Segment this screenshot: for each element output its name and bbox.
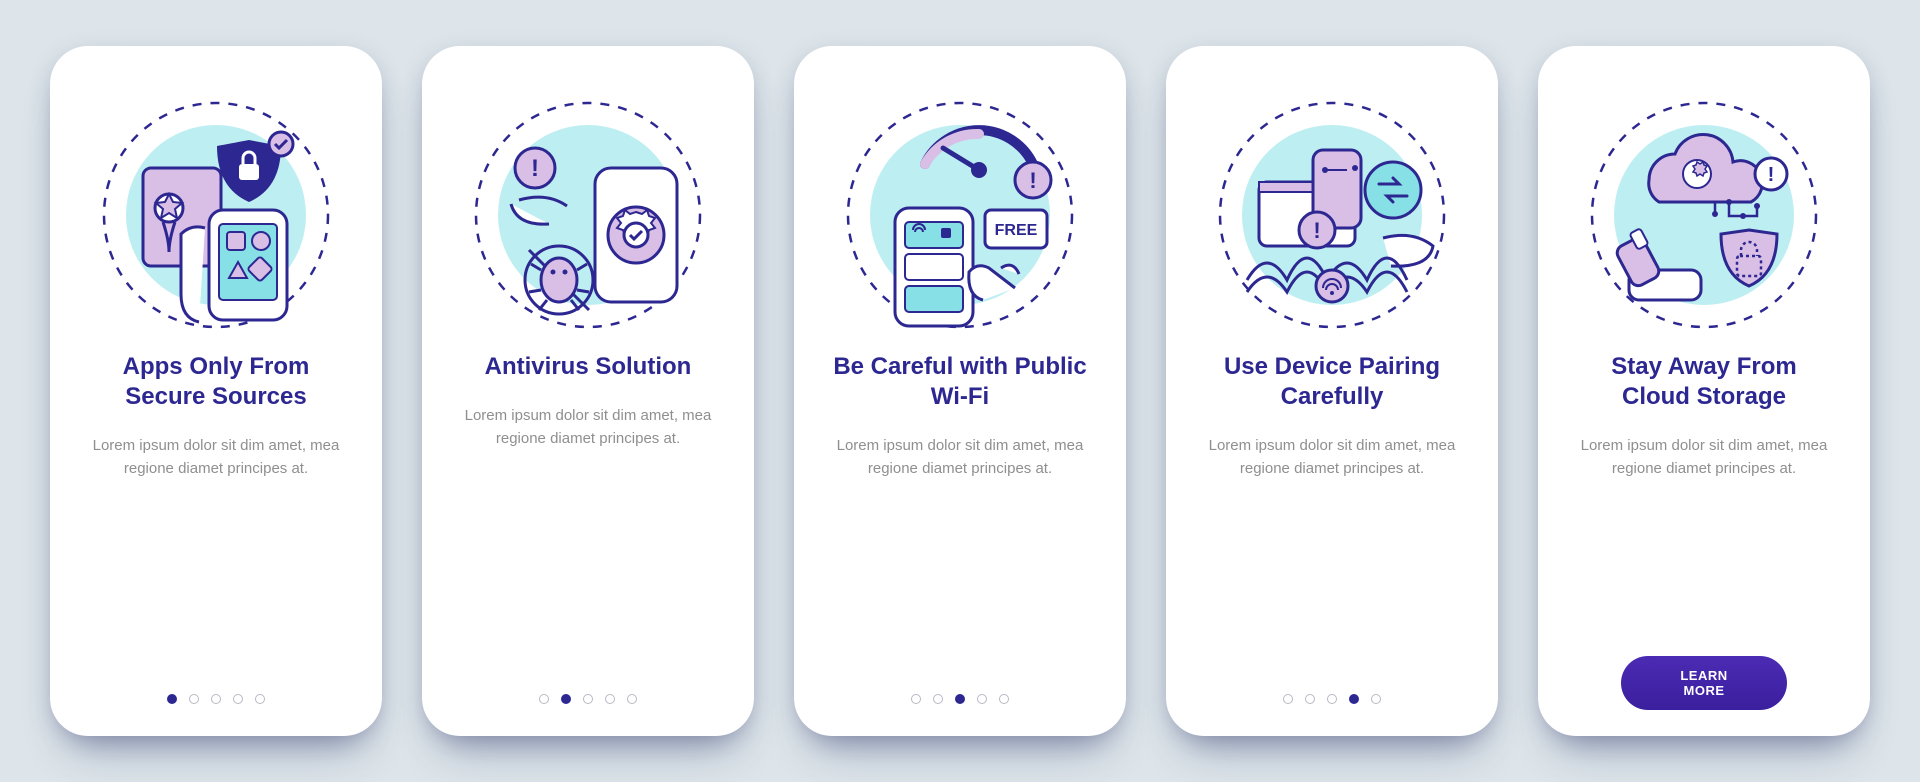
pagination-dot[interactable]	[583, 694, 593, 704]
screen-description: Lorem ipsum dolor sit dim amet, mea regi…	[91, 434, 341, 481]
learn-more-button[interactable]: LEARN MORE	[1621, 656, 1787, 710]
screen-title: Stay Away From Cloud Storage	[1574, 352, 1834, 412]
pagination-dots	[50, 694, 382, 704]
secure-sources-icon	[91, 90, 341, 340]
screen-title: Apps Only From Secure Sources	[86, 352, 346, 412]
pagination-dot[interactable]	[189, 694, 199, 704]
pagination-dot[interactable]	[999, 694, 1009, 704]
pagination-dot[interactable]	[211, 694, 221, 704]
pagination-dot[interactable]	[933, 694, 943, 704]
pagination-dot[interactable]	[1305, 694, 1315, 704]
svg-text:!: !	[1029, 168, 1036, 193]
screen-description: Lorem ipsum dolor sit dim amet, mea regi…	[835, 434, 1085, 481]
pagination-dot[interactable]	[1283, 694, 1293, 704]
pagination-dot[interactable]	[561, 694, 571, 704]
pagination-dot[interactable]	[539, 694, 549, 704]
svg-text:!: !	[1313, 218, 1320, 243]
screen-title: Antivirus Solution	[485, 352, 692, 382]
pagination-dot[interactable]	[1349, 694, 1359, 704]
antivirus-icon: !	[463, 90, 713, 340]
pagination-dot[interactable]	[167, 694, 177, 704]
svg-text:!: !	[531, 155, 539, 182]
onboarding-screen-2: ! Antivirus Solution Lorem ipsum dolor si…	[422, 46, 754, 736]
svg-text:FREE: FREE	[995, 222, 1038, 239]
svg-text:!: !	[1768, 164, 1775, 186]
screen-description: Lorem ipsum dolor sit dim amet, mea regi…	[1579, 434, 1829, 481]
pagination-dot[interactable]	[955, 694, 965, 704]
pagination-dots	[422, 694, 754, 704]
pagination-dot[interactable]	[605, 694, 615, 704]
cloud-storage-icon: !	[1579, 90, 1829, 340]
screen-title: Be Careful with Public Wi-Fi	[830, 352, 1090, 412]
screen-description: Lorem ipsum dolor sit dim amet, mea regi…	[463, 404, 713, 451]
onboarding-carousel: Apps Only From Secure Sources Lorem ipsum…	[50, 46, 1870, 736]
pagination-dots	[794, 694, 1126, 704]
pagination-dot[interactable]	[1327, 694, 1337, 704]
pagination-dot[interactable]	[233, 694, 243, 704]
screen-description: Lorem ipsum dolor sit dim amet, mea regi…	[1207, 434, 1457, 481]
pagination-dot[interactable]	[255, 694, 265, 704]
pagination-dot[interactable]	[911, 694, 921, 704]
pagination-dot[interactable]	[1371, 694, 1381, 704]
onboarding-screen-3: ! FREE Be Careful with Public Wi-Fi Lorem…	[794, 46, 1126, 736]
screen-title: Use Device Pairing Carefully	[1202, 352, 1462, 412]
onboarding-screen-4: ! Use Device Pairing Carefully Lorem ipsu…	[1166, 46, 1498, 736]
pagination-dots	[1166, 694, 1498, 704]
pagination-dot[interactable]	[627, 694, 637, 704]
onboarding-screen-1: Apps Only From Secure Sources Lorem ipsum…	[50, 46, 382, 736]
pagination-dot[interactable]	[977, 694, 987, 704]
device-pairing-icon: !	[1207, 90, 1457, 340]
onboarding-screen-5: ! Stay Away From Cloud Storage Lorem ipsu…	[1538, 46, 1870, 736]
public-wifi-icon: ! FREE	[835, 90, 1085, 340]
